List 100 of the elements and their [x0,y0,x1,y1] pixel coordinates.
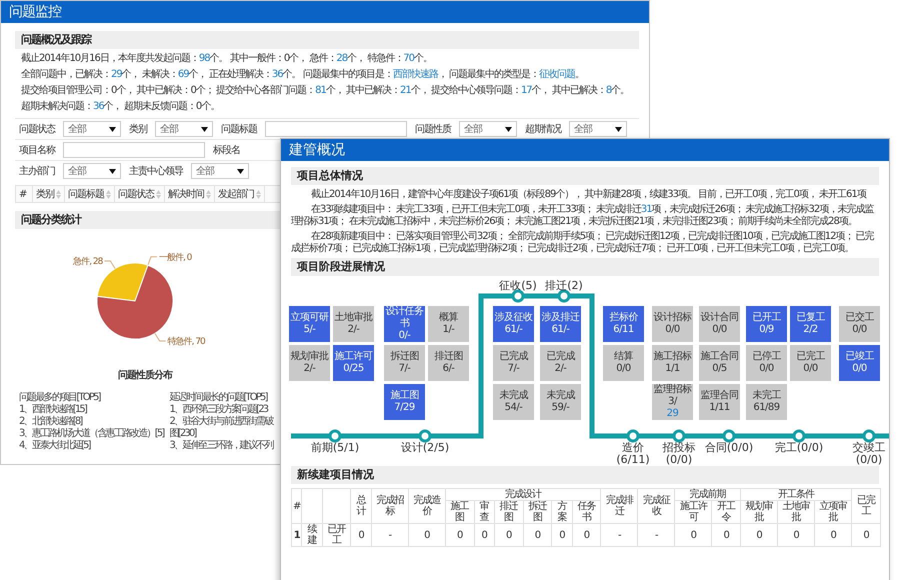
filter-select[interactable]: 全部 [155,121,213,137]
filter-select[interactable]: 全部 [459,121,517,137]
stage-tile[interactable]: 已完工 0/0 [790,345,831,381]
stage-tile[interactable]: 施工图 7/29 [384,384,425,420]
section-heading: 新续建项目情况 [291,466,879,484]
sort-icon [56,190,61,198]
stage-tile[interactable]: 涉及征收 61/- [493,306,534,342]
column-header: 完成征收 [638,488,675,524]
station-node[interactable] [792,430,806,442]
value-label: , 0 [182,252,192,263]
column-header: 施工许可 [674,500,712,524]
stage-tile[interactable]: 排迁图 6/- [428,345,469,381]
list-item[interactable]: 3、延伸至三环路，建议不列 [170,440,272,452]
stage-tile[interactable]: 设计招标 0/0 [652,306,693,342]
filter-select[interactable]: 全部 [63,121,121,137]
filter-select[interactable]: 全部 [191,163,249,179]
sort-icon [106,190,111,198]
list-item[interactable]: 1、西环第三段方案问题[23 [170,404,272,416]
list-item[interactable]: 2、驻谷大街与前进西街需破 [170,416,272,428]
column-header: # [292,488,302,524]
list-title: 问题最多的项目[TOP5] [19,392,102,404]
stage-tile[interactable]: 已开工 0/9 [746,306,787,342]
station-node[interactable] [626,430,640,442]
slice-label: 特急件 [168,337,192,348]
summary-paragraph: 截止2014年10月16日，建管中心年度建设子项61项（标段89个）， 其中新建28项，续建33项。 目前，已开工0项，完工0项， 未开工61项 [310,189,868,201]
table-cell: 0 [474,524,494,546]
column-header: 审查 [474,500,494,524]
summary-line: 超期未解决问题：36个， 超期未反馈问题：0个。 [21,101,220,112]
stage-tile[interactable]: 设计合同 0/0 [699,306,740,342]
station-node[interactable] [672,430,686,442]
input-field[interactable] [63,142,205,158]
stage-tile[interactable]: 施工合同 0/5 [699,345,740,381]
stage-tile[interactable]: 已完成 7/- [493,345,534,381]
stage-tile[interactable]: 未完成 59/- [540,384,581,420]
value-label: , 70 [192,337,205,348]
column-header[interactable]: # [16,186,33,202]
stage-tile[interactable]: 施工许可 0/25 [333,345,374,381]
stage-tile[interactable]: 未完成 54/- [493,384,534,420]
stage-tile[interactable]: 涉及排迁 61/- [540,306,581,342]
column-header: 任务书 [572,500,601,524]
stage-tile[interactable]: 拦标价 6/11 [603,306,644,342]
station-label: 征收(5) [499,280,537,292]
stage-tile[interactable]: 已竣工 0/0 [839,345,880,381]
stage-tile[interactable]: 监理招标 3/ 29 [652,384,693,420]
slice-label: 急件 [73,256,90,267]
table-cell: 0 [350,524,372,546]
list-item[interactable]: 3、惠工路机场大道（含惠工路改造）[5] [19,428,164,440]
stage-tile[interactable]: 已复工 2/2 [790,306,831,342]
stage-tile[interactable]: 施工招标 1/1 [652,345,693,381]
table-cell: 0 [552,524,572,546]
table-cell: 0 [740,524,778,546]
list-item[interactable]: 图[230] [170,428,272,440]
column-header: 立项审批 [814,500,852,524]
station-label: 交竣工 (0/0) [852,442,886,466]
filter-label: 问题状态 [18,122,56,136]
section-heading: 项目总体情况 [291,167,879,185]
stage-tile[interactable]: 规划审批 2/- [289,345,330,381]
station-node[interactable] [722,430,736,442]
table-cell: 0 [674,524,712,546]
station-node[interactable] [512,290,524,302]
station-node[interactable] [418,430,432,442]
window-title: 建管概况 [281,139,889,161]
column-header[interactable]: 问题标题 [65,186,115,202]
filter-select[interactable]: 全部 [63,163,121,179]
stage-tile[interactable]: 结算 0/0 [603,345,644,381]
filter-label: 问题标题 [220,122,258,136]
station-label: 招投标 (0/0) [662,442,696,466]
filter-select[interactable]: 全部 [569,121,627,137]
table-cell: - [638,524,675,546]
stage-tile[interactable]: 立项可研 5/- [289,306,330,342]
list-item[interactable]: 2、北部快速路[8] [19,416,164,428]
station-label: 前期(5/1) [310,442,360,454]
stage-tile[interactable]: 土地审批 2/- [333,306,374,342]
summary-line: 截止2014年10月16日，本年度共发起问题：98个。 其中一般件：0个， 急件：28个， 特急件：70个。 [21,53,434,64]
stage-tile[interactable]: 已完成 2/- [540,345,581,381]
station-label: 合同(0/0) [704,442,754,454]
list-item[interactable]: 1、西部快速路[15] [19,404,164,416]
column-header: 开工令 [712,500,741,524]
table-cell: 0 [712,524,741,546]
stage-tile[interactable]: 未完工 61/89 [746,384,787,420]
stage-tile[interactable]: 监理合同 1/11 [699,384,740,420]
station-node[interactable] [328,430,342,442]
stage-tile[interactable]: 概算 1/- [428,306,469,342]
list-item[interactable]: 4、亚泰大街北延[5] [19,440,164,452]
caret-icon [109,168,116,174]
column-header[interactable]: 类别 [33,186,65,202]
stage-tile[interactable]: 已停工 0/0 [746,345,787,381]
station-node[interactable] [862,430,876,442]
column-header[interactable]: 问题状态 [115,186,165,202]
section-heading: 问题概况及跟踪 [15,31,639,49]
leader-line [154,332,166,342]
stage-tile[interactable]: 已交工 0/0 [839,306,880,342]
station-node[interactable] [558,290,570,302]
stage-tile[interactable]: 设计任务书 0/- [384,306,425,342]
stage-tile[interactable]: 拆迁图 7/- [384,345,425,381]
table-cell: 0 [778,524,815,546]
filter-label: 主办部门 [18,164,56,178]
column-header[interactable]: 发起部门 [215,186,265,202]
input-field[interactable] [265,121,407,137]
column-header[interactable]: 解决时间 [165,186,215,202]
